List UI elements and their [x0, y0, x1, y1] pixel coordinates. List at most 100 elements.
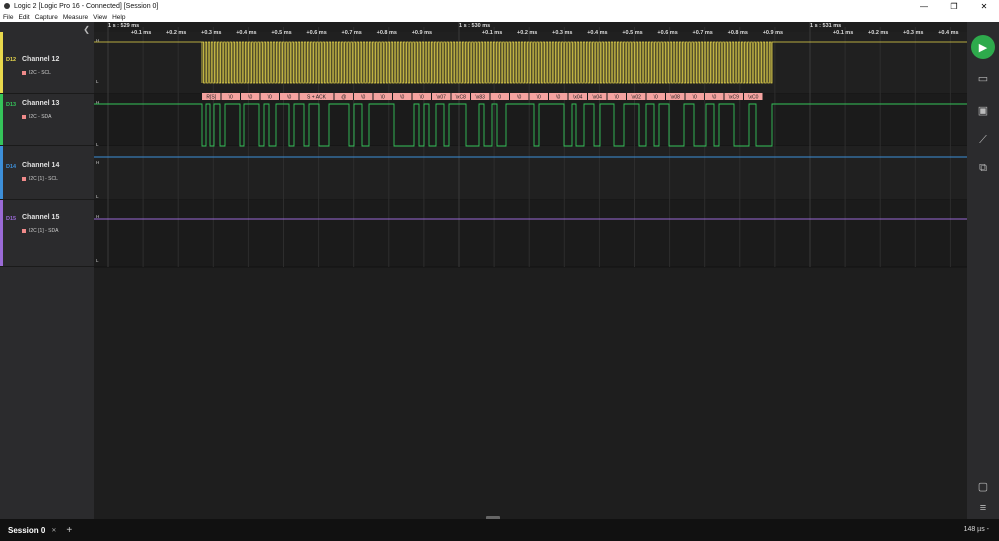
- decoded-frame-label: \0: [537, 95, 541, 101]
- decoded-frame-label: 0: [498, 95, 501, 101]
- extensions-icon[interactable]: ⧉: [976, 161, 990, 175]
- tick-label: +0.3 ms: [201, 30, 221, 36]
- decoded-frame-label: R[S]: [206, 95, 216, 101]
- tick-label: +0.2 ms: [517, 30, 537, 36]
- analyzer-name: I2C [1] - SDA: [29, 228, 59, 234]
- decoded-frame-label: \x83: [476, 95, 486, 101]
- channel-name[interactable]: Channel 12: [22, 56, 59, 63]
- decoded-frame-label: \0: [287, 95, 291, 101]
- tick-label: +0.7 ms: [693, 30, 713, 36]
- menu-view[interactable]: View: [93, 14, 107, 21]
- decoded-frame-label: \x04: [593, 95, 603, 101]
- decoded-frame-label: \xC0: [748, 95, 759, 101]
- minimize-button[interactable]: —: [909, 0, 939, 12]
- session-bar: Session 0 ✕ + 148 µs -: [0, 519, 999, 541]
- close-session-icon[interactable]: ✕: [51, 527, 56, 534]
- window-title: Logic 2 [Logic Pro 16 - Connected] [Sess…: [14, 2, 159, 10]
- menu-measure[interactable]: Measure: [63, 14, 88, 21]
- tick-label: +0.4 ms: [236, 30, 256, 36]
- decoded-frame-label: \x07: [437, 95, 447, 101]
- decoded-frame-label: \0: [400, 95, 404, 101]
- channel-row-13[interactable]: D13 Channel 13 I2C - SDA: [0, 94, 94, 146]
- menu-bar: File Edit Capture Measure View Help: [0, 12, 999, 22]
- logic-app-icon: [4, 3, 10, 9]
- decoded-frame-label: \0: [420, 95, 424, 101]
- decoded-frame-label: \0: [615, 95, 619, 101]
- decoded-frame-label: \0: [229, 95, 233, 101]
- decoded-frame-label: \0: [361, 95, 365, 101]
- decoded-frame-label: \0: [268, 95, 272, 101]
- major-time-label: 1 s : 530 ms: [459, 23, 490, 29]
- analyzer-label: I2C - SCL: [22, 70, 51, 76]
- channel-id: D12: [6, 57, 17, 63]
- channel-color-stripe: [0, 94, 3, 145]
- tick-label: +0.1 ms: [482, 30, 502, 36]
- channel-sidebar: ❮ D12 Channel 12 I2C - SCL D13 Channel 1…: [0, 22, 94, 519]
- decoded-frame-label: \0: [654, 95, 658, 101]
- decoded-frame-label: @: [341, 95, 346, 101]
- menu-icon[interactable]: ≡: [976, 501, 990, 515]
- decoded-frame-label: \0: [556, 95, 560, 101]
- decoded-frame-label: \xC8: [456, 95, 467, 101]
- decoded-frame-label: \0: [248, 95, 252, 101]
- analyzer-color-icon: [22, 115, 26, 119]
- high-level-label: H: [96, 160, 99, 165]
- tick-label: +0.2 ms: [166, 30, 186, 36]
- analyzer-label: I2C [1] - SCL: [22, 176, 58, 182]
- waveform-timeline[interactable]: 1 s : 529 ms +0.1 ms +0.2 ms +0.3 ms +0.4 ms…: [94, 22, 967, 519]
- tick-label: +0.2 ms: [868, 30, 888, 36]
- channel-name[interactable]: Channel 15: [22, 214, 59, 221]
- timing-markers-icon[interactable]: ⟋: [976, 133, 990, 147]
- tick-label: +0.8 ms: [377, 30, 397, 36]
- measurements-icon[interactable]: ▣: [976, 104, 990, 118]
- menu-edit[interactable]: Edit: [18, 14, 29, 21]
- channel-color-stripe: [0, 32, 3, 93]
- major-time-label: 1 s : 531 ms: [810, 23, 841, 29]
- channel-color-stripe: [0, 200, 3, 266]
- decoded-frame-label: S + ACK: [307, 95, 327, 101]
- decoded-frame-label: \0: [517, 95, 521, 101]
- analyzer-name: I2C - SCL: [29, 70, 51, 76]
- session-tab[interactable]: Session 0: [8, 526, 45, 535]
- right-toolbar: ▶ ▭ ▣ ⟋ ⧉ ▢ ≡: [967, 22, 999, 519]
- decoded-frame-label: \0: [381, 95, 385, 101]
- decoded-frame-label: \x04: [573, 95, 583, 101]
- decoded-frame-label: \x08: [671, 95, 681, 101]
- channel-name[interactable]: Channel 13: [22, 100, 59, 107]
- tick-label: +0.1 ms: [131, 30, 151, 36]
- channel-row-12[interactable]: D12 Channel 12 I2C - SCL: [0, 32, 94, 94]
- tick-label: +0.4 ms: [938, 30, 958, 36]
- tick-label: +0.8 ms: [728, 30, 748, 36]
- analyzer-color-icon: [22, 229, 26, 233]
- channel-lane: [94, 200, 967, 267]
- tick-label: +0.9 ms: [763, 30, 783, 36]
- analyzer-color-icon: [22, 71, 26, 75]
- decoded-frame-label: \xC9: [729, 95, 740, 101]
- tick-label: +0.5 ms: [271, 30, 291, 36]
- major-time-label: 1 s : 529 ms: [108, 23, 139, 29]
- analyzers-icon[interactable]: ▭: [976, 72, 990, 86]
- waveform-canvas[interactable]: 1 s : 529 ms+0.1 ms +0.2 ms +0.3 ms +0.4 ms…: [94, 22, 967, 519]
- menu-file[interactable]: File: [3, 14, 13, 21]
- analyzer-label: I2C [1] - SDA: [22, 228, 58, 234]
- tick-label: +0.6 ms: [306, 30, 326, 36]
- channel-name[interactable]: Channel 14: [22, 162, 59, 169]
- tick-label: +0.1 ms: [833, 30, 853, 36]
- channel-row-15[interactable]: D15 Channel 15 I2C [1] - SDA: [0, 200, 94, 267]
- menu-capture[interactable]: Capture: [35, 14, 58, 21]
- close-button[interactable]: ✕: [969, 0, 999, 12]
- channel-row-14[interactable]: D14 Channel 14 I2C [1] - SCL: [0, 146, 94, 200]
- comments-icon[interactable]: ▢: [976, 480, 990, 494]
- start-capture-button[interactable]: ▶: [971, 35, 995, 59]
- channel-id: D15: [6, 216, 17, 222]
- menu-help[interactable]: Help: [112, 14, 125, 21]
- channel-id: D14: [6, 164, 17, 170]
- add-session-icon[interactable]: +: [66, 525, 72, 536]
- decoded-frame-label: \0: [693, 95, 697, 101]
- channel-color-stripe: [0, 146, 3, 199]
- channel-id: D13: [6, 102, 17, 108]
- analyzer-label: I2C - SDA: [22, 114, 52, 120]
- restore-button[interactable]: ❐: [939, 0, 969, 12]
- channel-lane: [94, 146, 967, 200]
- decoded-frame-label: \x02: [632, 95, 642, 101]
